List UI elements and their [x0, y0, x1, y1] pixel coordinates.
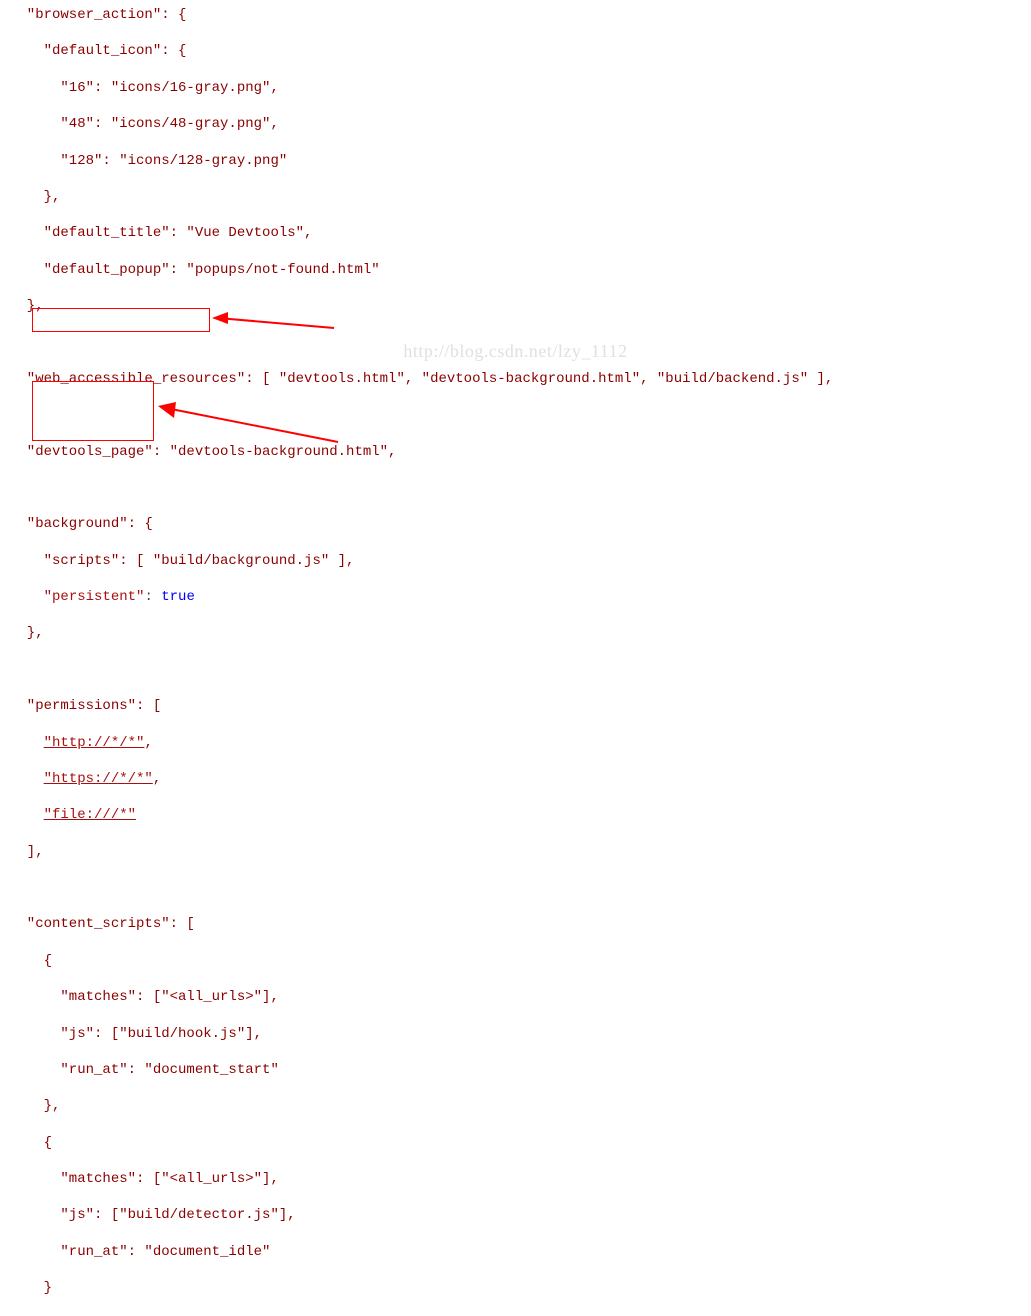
persistent-key: "persistent" [44, 589, 145, 605]
code-line: "default_title": "Vue Devtools", [0, 224, 1031, 242]
code-line: "run_at": "document_start" [0, 1061, 1031, 1079]
persistent-value: true [161, 589, 195, 605]
code-line: }, [0, 624, 1031, 642]
code-line: "browser_action": { [0, 6, 1031, 24]
code-line [0, 406, 1031, 424]
perm-https: "https://*/*" [44, 771, 153, 787]
code-block: "browser_action": { "default_icon": { "1… [0, 0, 1031, 1316]
code-line: "scripts": [ "build/background.js" ], [0, 552, 1031, 570]
code-line-perm-file: "file:///*" [0, 806, 1031, 824]
code-line: "default_icon": { [0, 42, 1031, 60]
code-line: "background": { [0, 515, 1031, 533]
code-line: "permissions": [ [0, 697, 1031, 715]
perm-http: "http://*/*" [44, 735, 145, 751]
code-line: }, [0, 1097, 1031, 1115]
code-line: "default_popup": "popups/not-found.html" [0, 261, 1031, 279]
code-line: "js": ["build/hook.js"], [0, 1025, 1031, 1043]
code-line: "content_scripts": [ [0, 915, 1031, 933]
code-line: "run_at": "document_idle" [0, 1243, 1031, 1261]
code-line: "js": ["build/detector.js"], [0, 1206, 1031, 1224]
code-line: }, [0, 297, 1031, 315]
code-line: "16": "icons/16-gray.png", [0, 79, 1031, 97]
code-line [0, 333, 1031, 351]
code-line: "web_accessible_resources": [ "devtools.… [0, 370, 1031, 388]
code-line: "devtools_page": "devtools-background.ht… [0, 443, 1031, 461]
code-line: "48": "icons/48-gray.png", [0, 115, 1031, 133]
code-line [0, 879, 1031, 897]
code-line: "matches": ["<all_urls>"], [0, 988, 1031, 1006]
code-line: "128": "icons/128-gray.png" [0, 152, 1031, 170]
code-line-perm-http: "http://*/*", [0, 734, 1031, 752]
perm-file: "file:///*" [44, 807, 136, 823]
code-line: { [0, 1134, 1031, 1152]
code-line [0, 661, 1031, 679]
code-line: ], [0, 843, 1031, 861]
code-line: } [0, 1279, 1031, 1297]
code-line: }, [0, 188, 1031, 206]
code-line-persistent: "persistent": true [0, 588, 1031, 606]
code-line [0, 479, 1031, 497]
code-line-perm-https: "https://*/*", [0, 770, 1031, 788]
code-line: { [0, 952, 1031, 970]
code-line: "matches": ["<all_urls>"], [0, 1170, 1031, 1188]
